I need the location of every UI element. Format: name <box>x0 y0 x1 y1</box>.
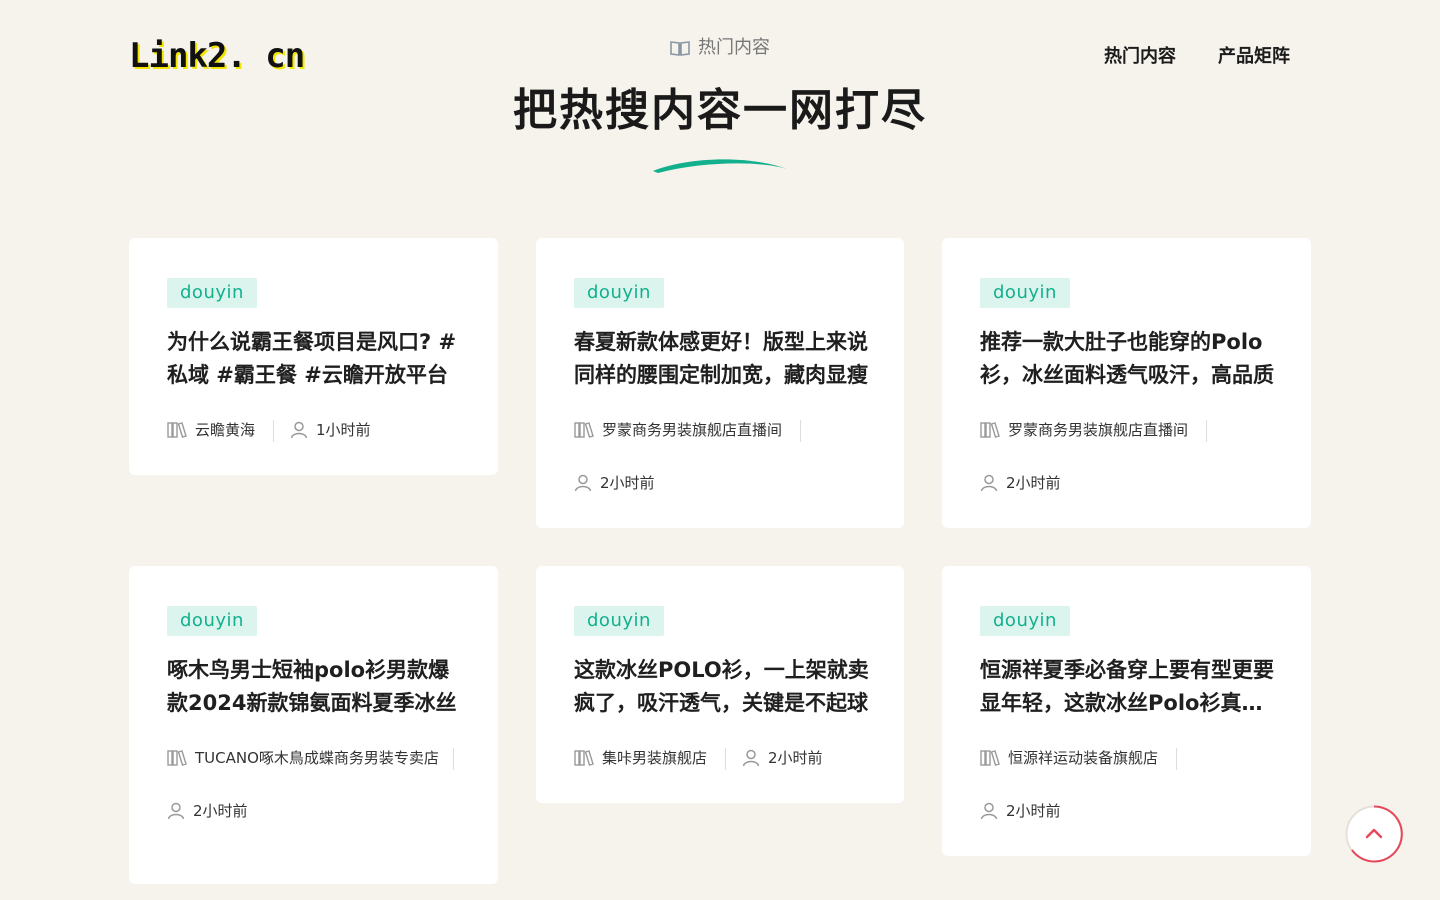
user-icon <box>980 802 998 820</box>
meta-divider <box>800 419 802 442</box>
shop-icon <box>980 422 1000 438</box>
post-time: 2小时前 <box>1006 802 1061 820</box>
meta-divider <box>1176 747 1178 770</box>
shop-name: 云瞻黄海 <box>195 421 256 439</box>
card-meta: 云瞻黄海 1小时前 <box>167 416 470 444</box>
meta-divider <box>273 419 275 442</box>
shop-name: 集咔男装旗舰店 <box>602 749 708 767</box>
nav-hot-content[interactable]: 热门内容 <box>1104 45 1176 69</box>
top-nav: 热门内容 产品矩阵 <box>1104 45 1290 69</box>
user-icon <box>574 474 592 492</box>
meta-divider <box>452 747 454 770</box>
card-meta: 集咔男装旗舰店 2小时前 <box>574 744 876 772</box>
content-card[interactable]: douyin 这款冰丝POLO衫，一上架就卖疯了，吸汗透气，关键是不起球 集咔男… <box>536 566 904 803</box>
user-icon <box>980 474 998 492</box>
platform-tag: douyin <box>167 606 257 636</box>
post-time: 1小时前 <box>316 421 371 439</box>
card-title[interactable]: 春夏新款体感更好！版型上来说同样的腰围定制加宽，藏肉显瘦 <box>574 326 876 392</box>
post-time: 2小时前 <box>768 749 823 767</box>
shop-name: 罗蒙商务男装旗舰店直播间 <box>602 421 783 439</box>
page-title: 把热搜内容一网打尽 <box>513 85 927 136</box>
shop-icon <box>167 750 187 766</box>
shop-name: 恒源祥运动装备旗舰店 <box>1008 749 1159 767</box>
brush-underline <box>653 159 787 173</box>
user-icon <box>742 749 760 767</box>
platform-tag: douyin <box>980 278 1070 308</box>
book-icon <box>670 41 690 56</box>
card-meta: TUCANO啄木鳥成蝶商务男装专卖店 2小时前 <box>167 744 470 825</box>
shop-icon <box>574 750 594 766</box>
shop-icon <box>980 750 1000 766</box>
platform-tag: douyin <box>980 606 1070 636</box>
card-meta: 恒源祥运动装备旗舰店 2小时前 <box>980 744 1283 825</box>
post-time: 2小时前 <box>1006 474 1061 492</box>
meta-divider <box>1206 419 1208 442</box>
post-time: 2小时前 <box>193 802 248 820</box>
user-icon <box>167 802 185 820</box>
card-meta: 罗蒙商务男装旗舰店直播间 2小时前 <box>574 416 876 497</box>
shop-icon <box>167 422 187 438</box>
hero-kicker-text: 热门内容 <box>698 37 770 58</box>
content-card[interactable]: douyin 春夏新款体感更好！版型上来说同样的腰围定制加宽，藏肉显瘦 罗蒙商务… <box>536 238 904 528</box>
meta-divider <box>725 747 727 770</box>
content-card[interactable]: douyin 推荐一款大肚子也能穿的Polo衫，冰丝面料透气吸汗，高品质 罗蒙商… <box>942 238 1311 528</box>
card-title[interactable]: 这款冰丝POLO衫，一上架就卖疯了，吸汗透气，关键是不起球 <box>574 654 876 720</box>
card-title[interactable]: 推荐一款大肚子也能穿的Polo衫，冰丝面料透气吸汗，高品质 <box>980 326 1283 392</box>
platform-tag: douyin <box>574 606 664 636</box>
content-card[interactable]: douyin 为什么说霸王餐项目是风口? #私域 #霸王餐 #云瞻开放平台 云瞻… <box>129 238 498 475</box>
platform-tag: douyin <box>574 278 664 308</box>
card-title[interactable]: 恒源祥夏季必备穿上要有型更要显年轻，这款冰丝Polo衫真的好 <box>980 654 1283 720</box>
content-card[interactable]: douyin 恒源祥夏季必备穿上要有型更要显年轻，这款冰丝Polo衫真的好 恒源… <box>942 566 1311 856</box>
back-to-top-button[interactable] <box>1345 805 1403 863</box>
card-meta: 罗蒙商务男装旗舰店直播间 2小时前 <box>980 416 1283 497</box>
nav-product-matrix[interactable]: 产品矩阵 <box>1218 45 1290 69</box>
card-title[interactable]: 啄木鸟男士短袖polo衫男款爆款2024新款锦氨面料夏季冰丝 <box>167 654 470 720</box>
shop-icon <box>574 422 594 438</box>
shop-name: 罗蒙商务男装旗舰店直播间 <box>1008 421 1189 439</box>
content-card[interactable]: douyin 啄木鸟男士短袖polo衫男款爆款2024新款锦氨面料夏季冰丝 TU… <box>129 566 498 884</box>
shop-name: TUCANO啄木鳥成蝶商务男装专卖店 <box>195 749 439 767</box>
user-icon <box>290 421 308 439</box>
post-time: 2小时前 <box>600 474 655 492</box>
card-title[interactable]: 为什么说霸王餐项目是风口? #私域 #霸王餐 #云瞻开放平台 <box>167 326 470 392</box>
platform-tag: douyin <box>167 278 257 308</box>
